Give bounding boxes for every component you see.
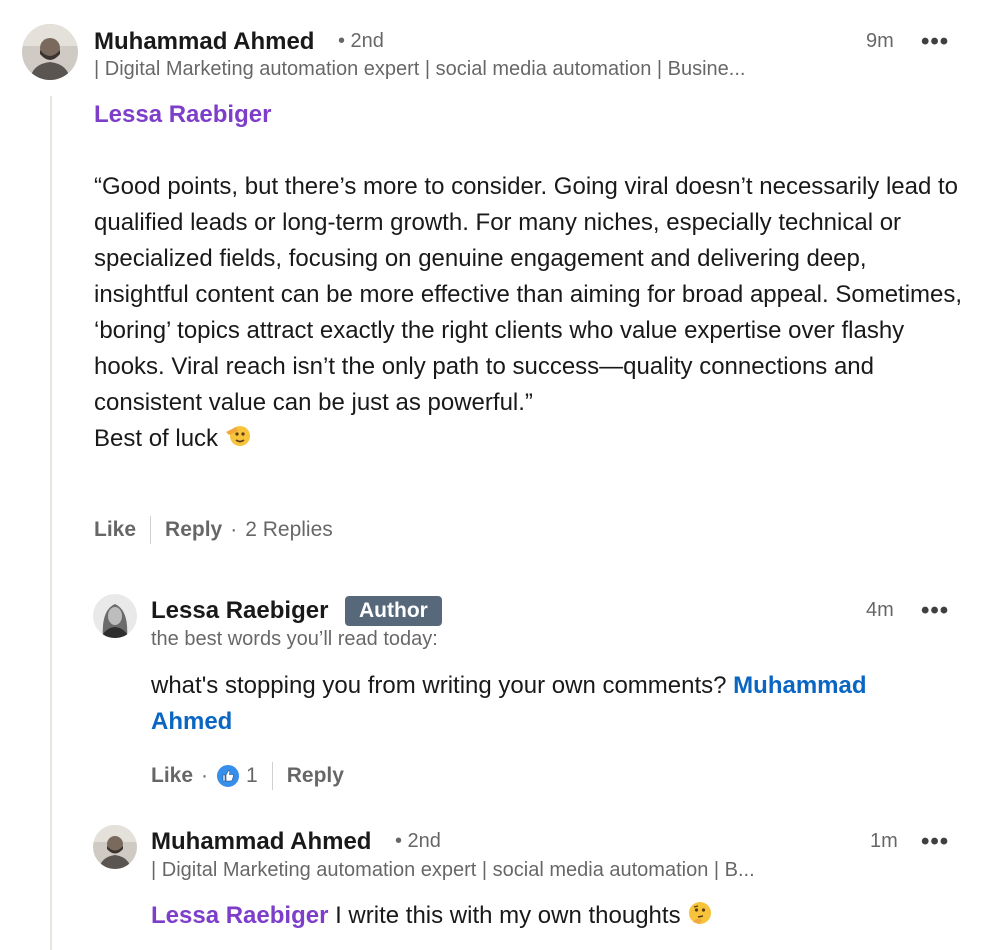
- closing-text: Best of luck: [94, 425, 219, 452]
- connection-degree: • 2nd: [338, 30, 384, 52]
- mention-link[interactable]: Lessa Raebiger: [94, 97, 271, 133]
- timestamp: 9m: [866, 30, 894, 52]
- avatar[interactable]: [22, 24, 78, 80]
- avatar[interactable]: [93, 825, 137, 869]
- comment-text: “Good points, but there’s more to consid…: [94, 173, 963, 416]
- more-options-icon[interactable]: •••: [921, 599, 949, 623]
- author-headline: | Digital Marketing automation expert | …: [151, 859, 755, 881]
- replies-count[interactable]: 2 Replies: [245, 518, 333, 542]
- reply-body: Lessa Raebiger I write this with my own …: [151, 898, 951, 937]
- author-name[interactable]: Muhammad Ahmed: [94, 28, 314, 56]
- author-name[interactable]: Lessa Raebiger: [151, 597, 328, 625]
- salute-emoji-icon: [224, 421, 252, 460]
- thumbs-up-icon[interactable]: [216, 764, 241, 788]
- reply-text: what's stopping you from writing your ow…: [151, 672, 727, 699]
- timestamp: 1m: [870, 830, 898, 852]
- more-options-icon[interactable]: •••: [921, 30, 949, 54]
- avatar[interactable]: [93, 594, 137, 638]
- reply-button[interactable]: Reply: [165, 518, 222, 542]
- mention-lessa[interactable]: Lessa Raebiger: [94, 101, 271, 128]
- author-headline: the best words you’ll read today:: [151, 628, 438, 650]
- timestamp: 4m: [866, 599, 894, 621]
- author-headline: | Digital Marketing automation expert | …: [94, 58, 746, 80]
- reply-actions: Like · 1 Reply: [151, 762, 344, 790]
- divider: [150, 516, 152, 544]
- author-badge: Author: [345, 596, 442, 626]
- more-options-icon[interactable]: •••: [921, 830, 949, 854]
- separator-dot: ·: [230, 518, 238, 541]
- thinking-face-emoji-icon: [687, 900, 713, 937]
- reply-text: I write this with my own thoughts: [335, 902, 681, 929]
- connection-degree: • 2nd: [395, 830, 441, 852]
- comment-body: “Good points, but there’s more to consid…: [94, 169, 964, 460]
- comment-actions: Like Reply · 2 Replies: [94, 516, 333, 544]
- author-name[interactable]: Muhammad Ahmed: [151, 828, 371, 856]
- mention-lessa[interactable]: Lessa Raebiger: [151, 902, 328, 929]
- separator-dot: ·: [201, 764, 209, 787]
- like-button[interactable]: Like: [151, 764, 193, 788]
- divider: [271, 762, 273, 790]
- reply-body: what's stopping you from writing your ow…: [151, 668, 951, 740]
- like-button[interactable]: Like: [94, 518, 136, 542]
- reply-button[interactable]: Reply: [287, 764, 344, 788]
- thread-line: [50, 96, 52, 950]
- reaction-count[interactable]: 1: [246, 764, 258, 788]
